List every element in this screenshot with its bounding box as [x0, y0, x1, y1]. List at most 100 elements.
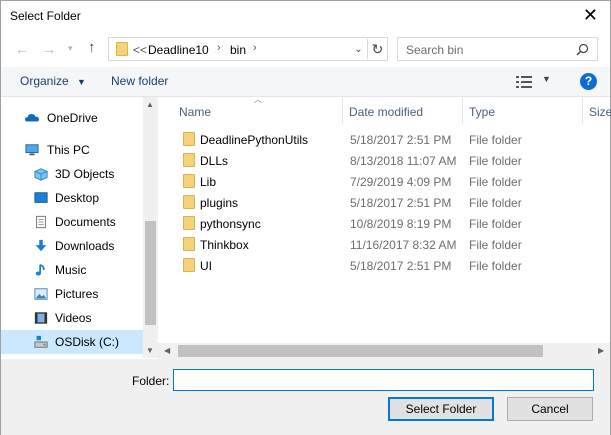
nav-label: Videos [55, 311, 92, 325]
command-toolbar: Organize ▼ New folder ▼ ? [1, 67, 610, 97]
item-date: 11/16/2017 8:32 AM [350, 238, 457, 252]
list-item[interactable]: Lib 7/29/2019 4:09 PM File folder [163, 171, 593, 192]
item-type: File folder [469, 238, 522, 252]
nav-label: Downloads [55, 239, 115, 253]
scroll-left-icon[interactable]: ◀ [164, 346, 170, 355]
desktop-icon [34, 192, 48, 203]
breadcrumb-overflow[interactable]: << [133, 43, 147, 57]
item-date: 7/29/2019 4:09 PM [350, 175, 452, 189]
list-item[interactable]: DeadlinePythonUtils 5/18/2017 2:51 PM Fi… [163, 129, 593, 150]
organize-label: Organize [20, 74, 69, 88]
folder-input[interactable] [173, 369, 594, 391]
nav-item-pictures[interactable]: Pictures [1, 282, 143, 306]
breadcrumb-deadline10[interactable]: Deadline10 [148, 43, 209, 57]
recent-locations-chevron-icon[interactable]: ▾ [68, 43, 73, 54]
view-dropdown-icon[interactable]: ▼ [542, 74, 551, 84]
scroll-up-icon[interactable]: ▲ [146, 100, 154, 109]
nav-item-desktop[interactable]: Desktop [1, 186, 143, 210]
drive-icon [34, 335, 48, 348]
horizontal-scrollbar[interactable]: ◀ ▶ [158, 343, 610, 359]
folder-label: Folder: [132, 374, 170, 388]
nav-item-onedrive[interactable]: OneDrive [1, 106, 143, 130]
list-item[interactable]: Thinkbox 11/16/2017 8:32 AM File folder [163, 234, 593, 255]
item-name: UI [200, 259, 212, 273]
breadcrumb-separator-icon[interactable]: › [253, 42, 257, 54]
scroll-down-icon[interactable]: ▼ [146, 346, 154, 355]
breadcrumb-separator-icon[interactable]: › [217, 42, 221, 54]
videos-icon [34, 312, 48, 324]
list-item[interactable]: plugins 5/18/2017 2:51 PM File folder [163, 192, 593, 213]
nav-label: Documents [55, 215, 116, 229]
view-options-icon[interactable] [516, 75, 532, 89]
item-date: 10/8/2019 8:19 PM [350, 217, 452, 231]
cancel-button[interactable]: Cancel [507, 397, 593, 421]
music-icon [35, 263, 45, 276]
nav-item-3d-objects[interactable]: 3D Objects [1, 162, 143, 186]
address-dropdown-icon[interactable]: ⌄ [350, 41, 367, 58]
select-folder-button[interactable]: Select Folder [388, 397, 494, 421]
nav-item-documents[interactable]: Documents [1, 210, 143, 234]
column-header-type[interactable]: Type [469, 105, 495, 119]
item-type: File folder [469, 175, 522, 189]
new-folder-button[interactable]: New folder [111, 74, 168, 88]
nav-scroll-thumb[interactable] [145, 221, 156, 325]
nav-pane-scrollbar[interactable]: ▲ ▼ [143, 97, 158, 358]
folder-icon [183, 258, 195, 272]
title-bar: Select Folder ✕ [1, 1, 610, 32]
help-icon[interactable]: ? [580, 73, 597, 90]
nav-item-downloads[interactable]: Downloads [1, 234, 143, 258]
organize-button[interactable]: Organize ▼ [20, 74, 86, 88]
navigation-pane: OneDrive This PC 3D Objects Desktop Docu… [1, 97, 158, 358]
search-box[interactable]: Search bin [397, 37, 598, 61]
item-type: File folder [469, 259, 522, 273]
column-divider[interactable] [342, 97, 343, 124]
search-icon[interactable] [576, 43, 589, 56]
folder-icon [116, 42, 128, 56]
folder-icon [183, 216, 195, 230]
column-divider[interactable] [462, 97, 463, 124]
nav-item-this-pc[interactable]: This PC [1, 138, 143, 162]
item-name: DLLs [200, 154, 229, 168]
chevron-down-icon: ▼ [77, 77, 86, 87]
item-type: File folder [469, 217, 522, 231]
folder-icon [183, 237, 195, 251]
pc-icon [25, 144, 39, 156]
nav-label: This PC [47, 143, 90, 157]
horizontal-scroll-thumb[interactable] [178, 345, 543, 357]
nav-item-videos[interactable]: Videos [1, 306, 143, 330]
list-item[interactable]: UI 5/18/2017 2:51 PM File folder [163, 255, 593, 276]
item-date: 5/18/2017 2:51 PM [350, 259, 452, 273]
onedrive-icon [25, 114, 39, 122]
forward-arrow-icon[interactable]: → [42, 41, 56, 57]
breadcrumb-bin[interactable]: bin [230, 43, 246, 57]
3d-objects-icon [34, 168, 48, 181]
column-header-date-modified[interactable]: Date modified [349, 105, 423, 119]
column-header-size[interactable]: Size [589, 105, 611, 119]
folder-icon [183, 195, 195, 209]
nav-label: Music [55, 263, 87, 277]
item-name: Lib [200, 175, 217, 189]
nav-label: Desktop [55, 191, 100, 205]
item-date: 8/13/2018 11:07 AM [350, 154, 457, 168]
select-folder-dialog: Select Folder ✕ ← → ▾ ↑ << Deadline10 › … [0, 0, 611, 435]
up-arrow-icon[interactable]: ↑ [88, 39, 96, 56]
column-divider[interactable] [582, 97, 583, 124]
list-item[interactable]: pythonsync 10/8/2019 8:19 PM File folder [163, 213, 593, 234]
item-type: File folder [469, 196, 522, 210]
refresh-icon[interactable]: ↻ [367, 39, 387, 59]
scroll-right-icon[interactable]: ▶ [598, 346, 604, 355]
dialog-footer: Folder: Select Folder Cancel [1, 359, 610, 435]
nav-item-music[interactable]: Music [1, 258, 143, 282]
folder-icon [183, 132, 195, 146]
folder-icon [183, 153, 195, 167]
column-header-name[interactable]: Name [179, 105, 211, 119]
back-arrow-icon[interactable]: ← [15, 41, 29, 57]
close-icon[interactable]: ✕ [583, 6, 598, 24]
item-name: DeadlinePythonUtils [200, 133, 309, 147]
item-type: File folder [469, 133, 522, 147]
list-item[interactable]: DLLs 8/13/2018 11:07 AM File folder [163, 150, 593, 171]
address-bar[interactable]: << Deadline10 › bin › ⌄ ↻ [108, 37, 388, 61]
nav-label: OSDisk (C:) [55, 335, 119, 349]
nav-item-osdisk[interactable]: OSDisk (C:) [1, 330, 143, 354]
item-name: plugins [200, 196, 239, 210]
